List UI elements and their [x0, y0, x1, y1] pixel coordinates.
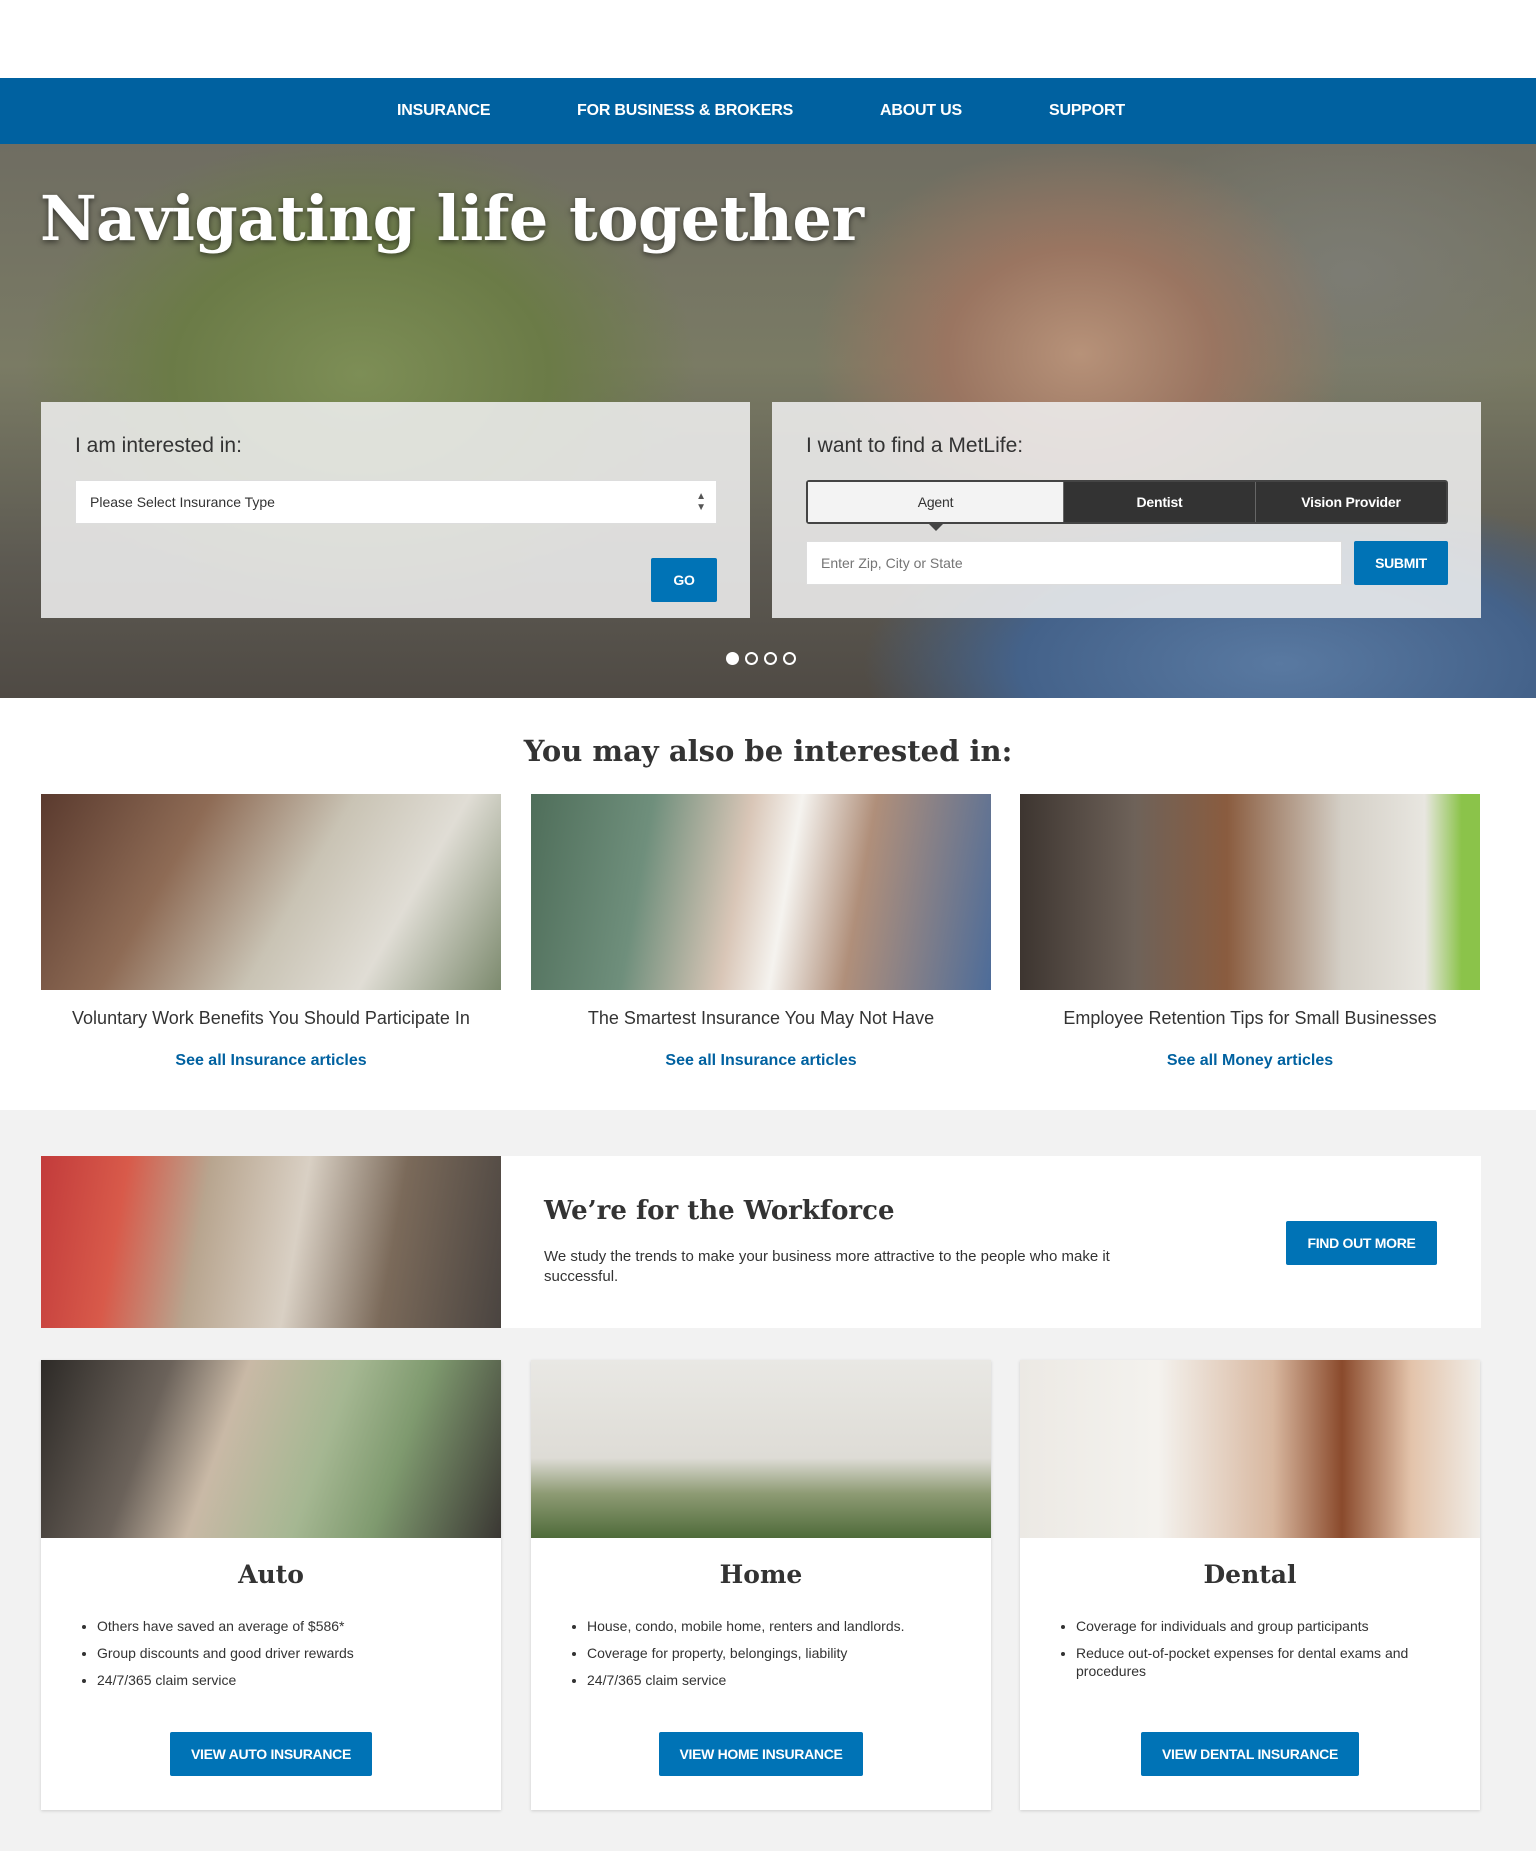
auto-title: Auto — [238, 1560, 304, 1589]
provider-type-tabs: Agent Dentist Vision Provider — [806, 480, 1448, 531]
home-bullets: House, condo, mobile home, renters and l… — [587, 1617, 991, 1689]
article-image[interactable] — [531, 794, 991, 990]
auto-image — [41, 1360, 501, 1538]
carousel-dot[interactable] — [745, 652, 758, 665]
article-image[interactable] — [41, 794, 501, 990]
list-item: Group discounts and good driver rewards — [97, 1644, 461, 1662]
dental-image — [1020, 1360, 1480, 1538]
dental-bullets: Coverage for individuals and group parti… — [1076, 1617, 1480, 1680]
article-card: The Smartest Insurance You May Not Have … — [531, 794, 991, 1070]
carousel-dot[interactable] — [764, 652, 777, 665]
workforce-text: We study the trends to make your busines… — [544, 1248, 1110, 1285]
submit-button[interactable]: SUBMIT — [1354, 541, 1448, 585]
carousel-dots — [726, 652, 796, 665]
nav-business-brokers[interactable]: FOR BUSINESS & BROKERS — [577, 78, 793, 144]
hero-title: Navigating life together — [40, 182, 864, 255]
tab-vision-provider[interactable]: Vision Provider — [1255, 482, 1446, 522]
see-all-link[interactable]: See all Insurance articles — [41, 1052, 501, 1070]
workforce-title: We’re for the Workforce — [544, 1196, 895, 1226]
dental-title: Dental — [1203, 1560, 1297, 1589]
workforce-banner: We’re for the Workforce We study the tre… — [41, 1156, 1481, 1328]
article-card: Voluntary Work Benefits You Should Parti… — [41, 794, 501, 1070]
list-item: 24/7/365 claim service — [97, 1671, 461, 1689]
list-item: Reduce out-of-pocket expenses for dental… — [1076, 1644, 1440, 1680]
view-home-insurance-button[interactable]: VIEW HOME INSURANCE — [659, 1732, 863, 1776]
dental-card: Dental Coverage for individuals and grou… — [1020, 1360, 1480, 1810]
view-auto-insurance-button[interactable]: VIEW AUTO INSURANCE — [170, 1732, 372, 1776]
list-item: Coverage for property, belongings, liabi… — [587, 1644, 951, 1662]
go-button[interactable]: GO — [651, 558, 717, 602]
tab-agent[interactable]: Agent — [808, 482, 1063, 531]
insurance-type-select[interactable]: Please Select Insurance Type ▲ ▼ — [75, 480, 717, 524]
tab-dentist[interactable]: Dentist — [1063, 482, 1255, 522]
find-out-more-button[interactable]: FIND OUT MORE — [1286, 1221, 1437, 1265]
hero-banner: Navigating life together I am interested… — [0, 144, 1536, 698]
carousel-dot[interactable] — [783, 652, 796, 665]
article-card: Employee Retention Tips for Small Busine… — [1020, 794, 1480, 1070]
article-title[interactable]: The Smartest Insurance You May Not Have — [531, 1008, 991, 1029]
insurance-type-value: Please Select Insurance Type — [90, 494, 275, 510]
home-title: Home — [719, 1560, 803, 1589]
interest-label: I am interested in: — [75, 434, 242, 457]
view-dental-insurance-button[interactable]: VIEW DENTAL INSURANCE — [1141, 1732, 1359, 1776]
carousel-dot[interactable] — [726, 652, 739, 665]
list-item: Others have saved an average of $586* — [97, 1617, 461, 1635]
zip-search-input[interactable] — [806, 541, 1342, 585]
interest-panel: I am interested in: Please Select Insura… — [41, 402, 750, 618]
list-item: 24/7/365 claim service — [587, 1671, 951, 1689]
find-label: I want to find a MetLife: — [806, 434, 1024, 457]
auto-bullets: Others have saved an average of $586* Gr… — [97, 1617, 501, 1689]
nav-about-us[interactable]: ABOUT US — [880, 78, 962, 144]
see-all-link[interactable]: See all Money articles — [1020, 1052, 1480, 1070]
nav-insurance[interactable]: INSURANCE — [397, 78, 491, 144]
main-nav: INSURANCE FOR BUSINESS & BROKERS ABOUT U… — [0, 78, 1536, 144]
home-image — [531, 1360, 991, 1538]
article-image[interactable] — [1020, 794, 1480, 990]
workforce-image — [41, 1156, 501, 1328]
interested-title: You may also be interested in: — [523, 734, 1013, 768]
article-title[interactable]: Voluntary Work Benefits You Should Parti… — [41, 1008, 501, 1029]
nav-support[interactable]: SUPPORT — [1049, 78, 1125, 144]
see-all-link[interactable]: See all Insurance articles — [531, 1052, 991, 1070]
home-card: Home House, condo, mobile home, renters … — [531, 1360, 991, 1810]
find-panel: I want to find a MetLife: Agent Dentist … — [772, 402, 1481, 618]
select-arrows-icon: ▲ ▼ — [696, 491, 706, 513]
list-item: Coverage for individuals and group parti… — [1076, 1617, 1440, 1635]
article-title[interactable]: Employee Retention Tips for Small Busine… — [1020, 1008, 1480, 1029]
auto-card: Auto Others have saved an average of $58… — [41, 1360, 501, 1810]
top-header — [0, 0, 1536, 78]
list-item: House, condo, mobile home, renters and l… — [587, 1617, 951, 1635]
products-section: We’re for the Workforce We study the tre… — [0, 1110, 1536, 1851]
